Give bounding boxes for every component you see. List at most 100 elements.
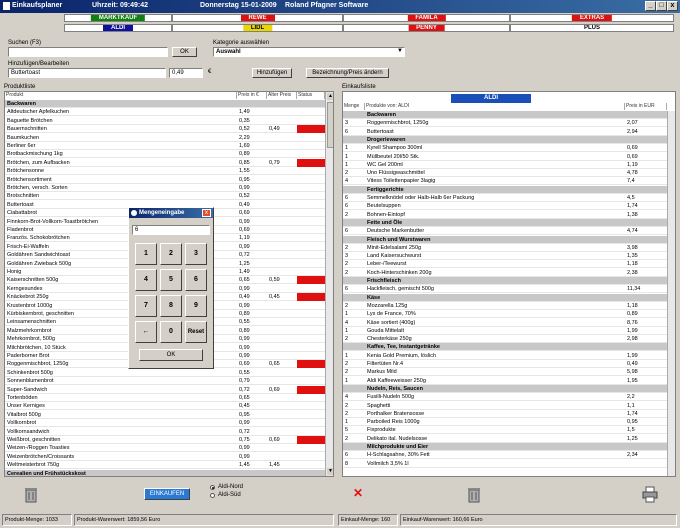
maximize-button[interactable]: □ (656, 1, 667, 11)
einkaufen-button[interactable]: EINKAUFEN (144, 488, 190, 500)
product-header-0[interactable]: Produkt (5, 92, 237, 99)
table-row[interactable]: Vollkornbrot 0,99 (5, 419, 325, 428)
search-input[interactable] (8, 47, 168, 57)
scroll-down-icon[interactable]: ▼ (327, 468, 333, 475)
list-item[interactable]: 2 Spaghetti 1,1 (343, 402, 667, 410)
table-row[interactable]: Unser Kerniges 0,45 (5, 402, 325, 411)
close-button[interactable]: x (667, 1, 678, 11)
list-item[interactable]: 4 Käse sortiert (400g) 8,76 (343, 319, 667, 327)
product-name-input[interactable]: Buttertoast (8, 68, 166, 78)
delete-icon[interactable]: ✕ (353, 487, 365, 499)
search-ok-button[interactable]: OK (172, 47, 197, 57)
list-item[interactable]: 2 Uno Flüssigwaschmittel 4,78 (343, 169, 667, 178)
list-item[interactable]: 1 Müllbeutel 20l/50 Stk. 0,69 (343, 153, 667, 161)
add-button[interactable]: Hinzufügen (252, 68, 292, 78)
list-item[interactable]: 1 Lys de France, 70% 0,89 (343, 310, 667, 319)
table-row[interactable]: Vollkornsandwich 0,72 (5, 428, 325, 436)
keypad-9-button[interactable]: 9 (185, 295, 207, 317)
minimize-button[interactable]: _ (645, 1, 656, 11)
list-item[interactable]: 1 Gouda Mittelalt 1,99 (343, 327, 667, 335)
product-section[interactable]: Cerealien und Frühstückskost (5, 469, 325, 476)
radio-aldi-sued[interactable] (210, 493, 215, 498)
list-item[interactable]: 1 Parboiled Reis 1000g 0,95 (343, 418, 667, 427)
table-row[interactable]: Schinkenbrot 500g 0,55 (5, 369, 325, 377)
clear-list-trash-icon[interactable] (465, 485, 483, 503)
shop-tab-penny[interactable]: PENNY (343, 24, 510, 32)
table-row[interactable]: Brötchensortiment 0,95 (5, 176, 325, 184)
list-item[interactable]: 5 Fixprodukte 1,5 (343, 426, 667, 435)
shopping-list-scrollbar[interactable] (667, 111, 675, 476)
list-item[interactable]: 3 Roggenmischbrot, 1250g 2,07 (343, 119, 667, 128)
dialog-ok-button[interactable]: OK (139, 349, 203, 361)
shopping-section[interactable]: Backwaren (343, 111, 667, 119)
scroll-up-icon[interactable]: ▲ (327, 93, 333, 100)
list-item[interactable]: 6 Deutsche Markenbutter 4,74 (343, 227, 667, 236)
product-section[interactable]: Backwaren (5, 100, 325, 108)
keypad-backspace-button[interactable]: ← (135, 321, 157, 343)
product-list-scrollbar[interactable]: ▲ ▼ (325, 92, 333, 476)
list-item[interactable]: 4 Fusilli-Nudeln 500g 2,2 (343, 393, 667, 402)
list-item[interactable]: 3 Land Kaisersuchwurst 1,35 (343, 252, 667, 261)
list-item[interactable]: 2 Leber-/Teewurst 1,18 (343, 260, 667, 269)
dialog-close-icon[interactable]: x (202, 209, 211, 217)
list-item[interactable]: 2 Porthalker Bratensosse 1,74 (343, 410, 667, 418)
list-item[interactable]: 2 Mozzarella 125g 1,18 (343, 302, 667, 310)
product-header-1[interactable]: Preis in € (237, 92, 267, 99)
keypad-7-button[interactable]: 7 (135, 295, 157, 317)
table-row[interactable]: Bauernschnitten 0,52 0,49 (5, 125, 325, 134)
shopping-section[interactable]: Nudeln, Reis, Saucen (343, 384, 667, 393)
keypad-0-button[interactable]: 0 (160, 321, 182, 343)
list-item[interactable]: 2 Minit-Edelsalami 250g 3,98 (343, 244, 667, 252)
shop-tab-extras[interactable]: EXTRAS (510, 14, 674, 22)
keypad-reset-button[interactable]: Reset (185, 321, 207, 343)
list-item[interactable]: 6 Beutelsuppen 1,74 (343, 202, 667, 211)
table-row[interactable]: Brotschnitten 0,52 (5, 192, 325, 201)
list-item[interactable]: 1 Aldi Kaffeeweisser 250g 1,95 (343, 377, 667, 385)
table-row[interactable]: Altdeutscher Apfelkuchen 1,49 (5, 108, 325, 117)
scroll-thumb[interactable] (327, 102, 333, 148)
shopping-section[interactable]: Kaffee, Tee, Instantgetränke (343, 343, 667, 352)
shopping-header-1[interactable]: Produkte von: ALDI (365, 103, 625, 110)
list-item[interactable]: 2 Markus Mild 5,98 (343, 368, 667, 377)
category-select[interactable]: Auswahl ▼ (213, 47, 405, 57)
keypad-1-button[interactable]: 1 (135, 243, 157, 265)
shop-tab-rewe[interactable]: REWE (172, 14, 343, 22)
shop-tab-aldi[interactable]: ALDI (64, 24, 172, 32)
shop-tab-lidl[interactable]: LIDL (172, 24, 343, 32)
shopping-section[interactable]: Fette und Öle (343, 218, 667, 227)
radio-aldi-nord[interactable] (210, 485, 215, 490)
table-row[interactable]: Super-Sandwich 0,72 0,69 (5, 385, 325, 394)
shopping-section[interactable]: Milchprodukte und Eier (343, 443, 667, 451)
shopping-section[interactable]: Drogeriewaren (343, 135, 667, 144)
list-item[interactable]: 8 Vollmilch 3,5% 1l (343, 460, 667, 468)
table-row[interactable]: Weizen-/Roggen Toasties 0,99 (5, 444, 325, 453)
shopping-header-0[interactable]: Menge (343, 103, 365, 110)
keypad-6-button[interactable]: 6 (185, 269, 207, 291)
keypad-5-button[interactable]: 5 (160, 269, 182, 291)
list-item[interactable]: 6 Semmelknödel oder Halb-Halb 6er Packung… (343, 194, 667, 202)
trash-icon[interactable] (22, 485, 40, 503)
shop-tab-marktkauf[interactable]: MARKTKAUF (64, 14, 172, 22)
keypad-8-button[interactable]: 8 (160, 295, 182, 317)
list-item[interactable]: 6 H-Schlagsahne, 30% Fett 2,34 (343, 451, 667, 460)
keypad-4-button[interactable]: 4 (135, 269, 157, 291)
rename-button[interactable]: Bezeichnung/Preis ändern (306, 68, 389, 78)
list-item[interactable]: 1 Kyrell Shampoo 300ml 0,69 (343, 144, 667, 153)
list-item[interactable]: 6 Buttertoast 2,94 (343, 128, 667, 136)
quantity-input[interactable]: 6 (132, 225, 210, 235)
list-item[interactable]: 2 Bohnen-Eintopf 1,38 (343, 211, 667, 219)
shopping-list[interactable]: ALDI Menge Produkte von: ALDI Preis in EUR… (342, 91, 676, 477)
list-item[interactable]: 2 Filtertüten Nr.4 0,49 (343, 360, 667, 368)
shopping-section[interactable]: Fleisch und Wurstwaren (343, 235, 667, 244)
table-row[interactable]: Brötchensonne 1,55 (5, 167, 325, 176)
shop-tab-famila[interactable]: FAMILA (343, 14, 510, 22)
shopping-section[interactable]: Frischfleisch (343, 277, 667, 285)
shopping-section[interactable]: Fertiggerichte (343, 185, 667, 194)
printer-icon[interactable] (641, 485, 659, 503)
shop-tab-plus[interactable]: PLUS (510, 24, 674, 32)
table-row[interactable]: Tortenböden 0,65 (5, 394, 325, 402)
keypad-2-button[interactable]: 2 (160, 243, 182, 265)
list-item[interactable]: 2 Koch-Hinterschinken 200g 2,38 (343, 269, 667, 277)
table-row[interactable]: Baumkuchen 2,29 (5, 134, 325, 142)
product-header-3[interactable]: Status (297, 92, 325, 99)
